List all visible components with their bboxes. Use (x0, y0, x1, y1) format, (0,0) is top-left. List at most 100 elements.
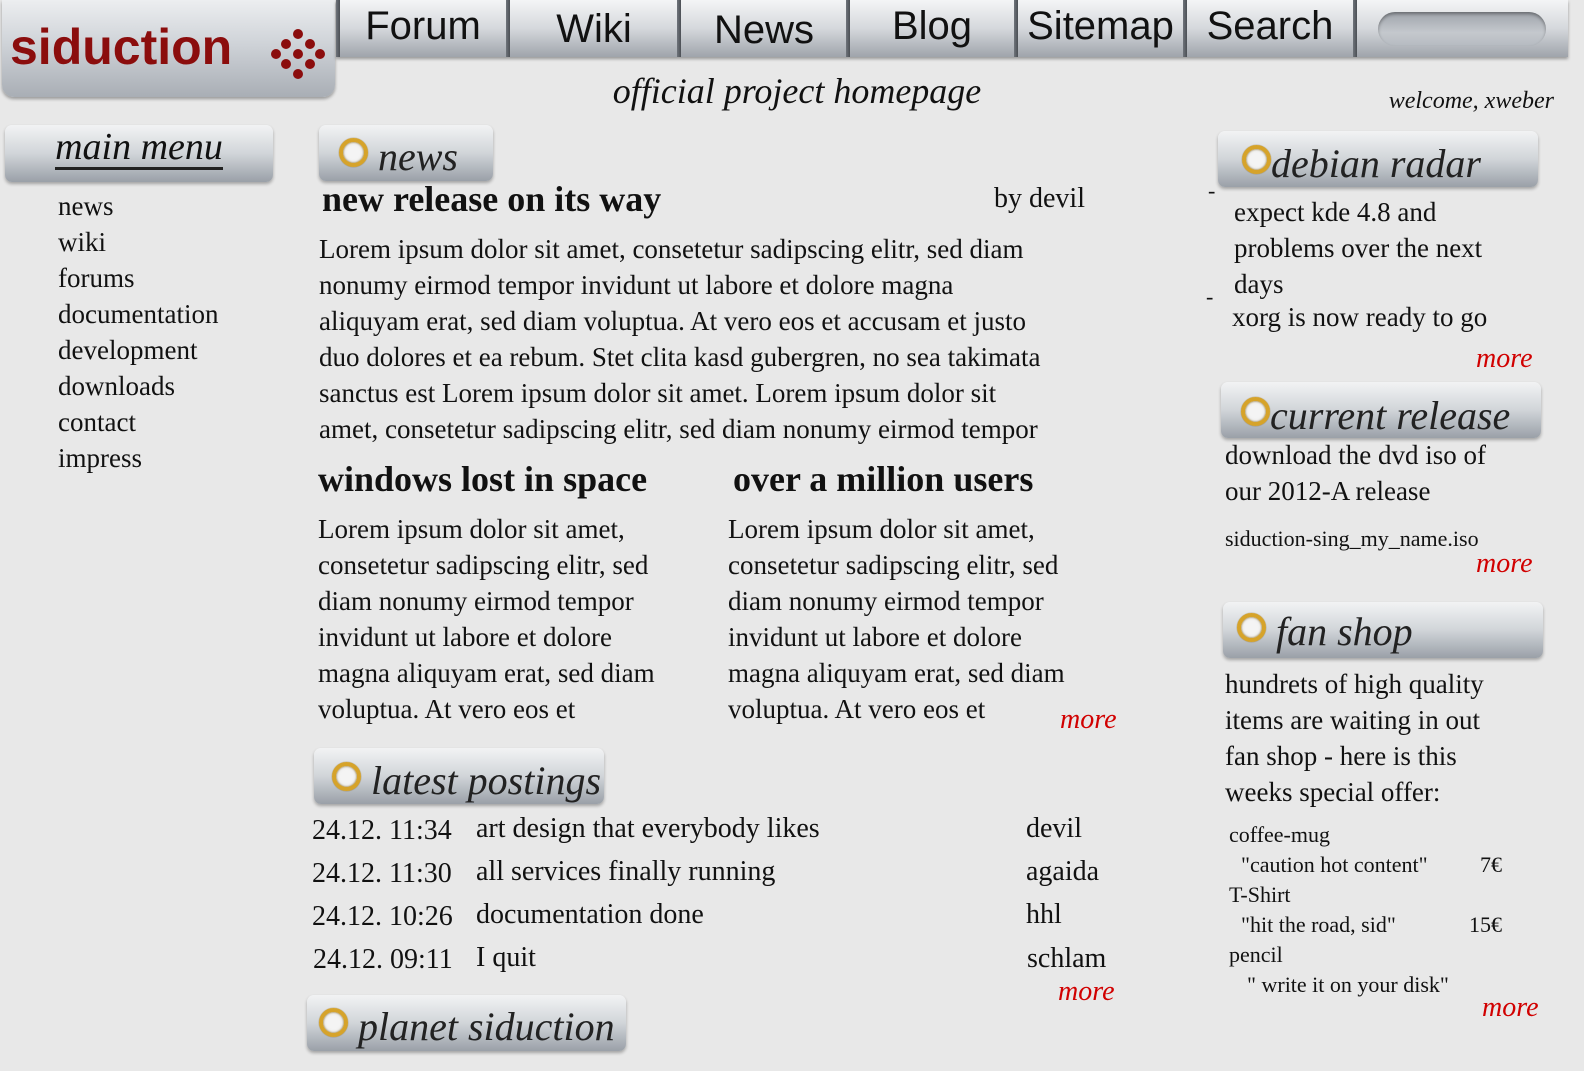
menu-item-wiki[interactable]: wiki (58, 224, 218, 260)
nav-blog[interactable]: Blog (850, 0, 1014, 57)
welcome-text: welcome, xweber (1388, 88, 1554, 114)
radar-bullet: - (1208, 178, 1216, 203)
article-line: magna aliquyam erat, sed diam (318, 658, 655, 688)
article-line: Lorem ipsum dolor sit amet, (728, 514, 1035, 544)
article-line: sanctus est Lorem ipsum dolor sit amet. … (319, 378, 997, 408)
planet-header: planet siduction (307, 995, 626, 1051)
menu-item-contact[interactable]: contact (58, 404, 218, 440)
current-release-header: current release (1221, 382, 1541, 438)
posting-row[interactable]: 24.12. 10:26 documentation done hhl (312, 899, 1112, 941)
nav-forum[interactable]: Forum (340, 0, 506, 57)
shop-line: items are waiting in out (1225, 705, 1480, 735)
shop-more-link[interactable]: more (1482, 992, 1539, 1024)
nav-sitemap[interactable]: Sitemap (1018, 0, 1183, 57)
menu-item-downloads[interactable]: downloads (58, 368, 218, 404)
menu-item-documentation[interactable]: documentation (58, 296, 218, 332)
main-menu-title: main menu (55, 126, 223, 170)
page-tagline: official project homepage (612, 71, 982, 111)
posting-user[interactable]: hhl (1026, 899, 1062, 931)
posting-time: 24.12. 09:11 (313, 944, 453, 975)
article-line: duo dolores et ea rebum. Stet clita kasd… (319, 342, 1041, 372)
lead-article-body: Lorem ipsum dolor sit amet, consetetur s… (319, 231, 1119, 447)
news-more-link[interactable]: more (1060, 704, 1117, 736)
offer-item[interactable]: coffee-mug (1229, 822, 1330, 848)
ring-icon (332, 762, 361, 792)
planet-title: planet siduction (358, 1003, 615, 1049)
posting-time: 24.12. 10:26 (312, 901, 453, 932)
article-line: diam nonumy eirmod tempor (728, 586, 1044, 616)
ring-icon (339, 138, 368, 168)
posting-row[interactable]: 24.12. 09:11 I quit schlam (312, 942, 1112, 984)
radar-line: expect kde 4.8 and (1234, 197, 1437, 227)
offer-desc: " write it on your disk" (1247, 972, 1449, 997)
latest-postings-header: latest postings (314, 748, 604, 804)
menu-item-news[interactable]: news (58, 188, 218, 224)
radar-more-link[interactable]: more (1476, 343, 1533, 375)
radar-line: problems over the next (1234, 233, 1483, 263)
menu-item-forums[interactable]: forums (58, 260, 218, 296)
article-headline[interactable]: over a million users (733, 458, 1033, 500)
shop-line: fan shop - here is this (1225, 741, 1457, 771)
article-line: invidunt ut labore et dolore (728, 622, 1022, 652)
posting-subject[interactable]: all services finally running (476, 856, 775, 888)
ring-icon (1237, 613, 1266, 643)
release-more-link[interactable]: more (1476, 548, 1533, 580)
main-menu: news wiki forums documentation developme… (58, 188, 218, 476)
posting-subject[interactable]: documentation done (476, 899, 704, 931)
nav-news[interactable]: News (681, 4, 847, 61)
article-line: magna aliquyam erat, sed diam (728, 658, 1065, 688)
posting-user[interactable]: schlam (1027, 943, 1106, 975)
posting-subject[interactable]: I quit (476, 942, 536, 974)
shop-line: weeks special offer: (1225, 777, 1441, 807)
article-line: diam nonumy eirmod tempor (318, 586, 634, 616)
radar-line: xorg is now ready to go (1232, 302, 1488, 332)
lead-article-author: by devil (994, 183, 1085, 214)
search-input[interactable] (1378, 12, 1546, 46)
ring-icon (1242, 145, 1271, 175)
article-line: Lorem ipsum dolor sit amet, (318, 514, 625, 544)
debian-radar-title: debian radar (1271, 140, 1481, 186)
article-line: consetetur sadipscing elitr, sed (318, 550, 649, 580)
offer-desc: "hit the road, sid" (1241, 912, 1396, 937)
release-file-link[interactable]: siduction-sing_my_name.iso (1225, 526, 1479, 552)
ring-icon (1241, 397, 1270, 427)
fan-shop-header: fan shop (1223, 602, 1543, 658)
news-section-header: news (319, 125, 493, 181)
posting-user[interactable]: agaida (1026, 856, 1099, 888)
offer-price: 7€ (1480, 852, 1502, 877)
posting-time: 24.12. 11:34 (312, 815, 452, 846)
article-line: consetetur sadipscing elitr, sed (728, 550, 1059, 580)
menu-item-impress[interactable]: impress (58, 440, 218, 476)
ring-icon (319, 1008, 348, 1038)
posting-row[interactable]: 24.12. 11:30 all services finally runnin… (312, 856, 1112, 898)
logo[interactable]: siduction (10, 18, 232, 76)
release-line: our 2012-A release (1225, 476, 1431, 506)
radar-line: days (1234, 269, 1284, 299)
release-line: download the dvd iso of (1225, 440, 1486, 470)
latest-postings-title: latest postings (371, 757, 602, 803)
posting-row[interactable]: 24.12. 11:34 art design that everybody l… (312, 813, 1112, 855)
nav-separator (1353, 0, 1357, 57)
menu-item-development[interactable]: development (58, 332, 218, 368)
postings-more-link[interactable]: more (1058, 976, 1115, 1008)
article-line: amet, consetetur sadipscing elitr, sed d… (319, 414, 1038, 444)
article-line: aliquyam erat, sed diam voluptua. At ver… (319, 306, 1027, 336)
article-line: invidunt ut labore et dolore (318, 622, 612, 652)
posting-user[interactable]: devil (1026, 813, 1082, 845)
nav-wiki[interactable]: Wiki (510, 3, 678, 60)
article-body: Lorem ipsum dolor sit amet, consetetur s… (728, 511, 1128, 727)
offer-item[interactable]: T-Shirt (1229, 882, 1291, 908)
lead-article-headline[interactable]: new release on its way (322, 178, 661, 220)
nav-search[interactable]: Search (1187, 0, 1353, 57)
offer-desc: "caution hot content" (1241, 852, 1428, 877)
article-headline[interactable]: windows lost in space (318, 458, 647, 500)
offer-price: 15€ (1469, 912, 1502, 937)
offer-item[interactable]: pencil (1229, 942, 1283, 968)
shop-line: hundrets of high quality (1225, 669, 1484, 699)
fan-shop-text: hundrets of high quality items are waiti… (1225, 666, 1484, 810)
news-section-title: news (378, 133, 458, 179)
article-line: Lorem ipsum dolor sit amet, consetetur s… (319, 234, 1024, 264)
article-line: voluptua. At vero eos et (318, 694, 576, 724)
posting-time: 24.12. 11:30 (312, 858, 452, 889)
posting-subject[interactable]: art design that everybody likes (476, 813, 820, 845)
